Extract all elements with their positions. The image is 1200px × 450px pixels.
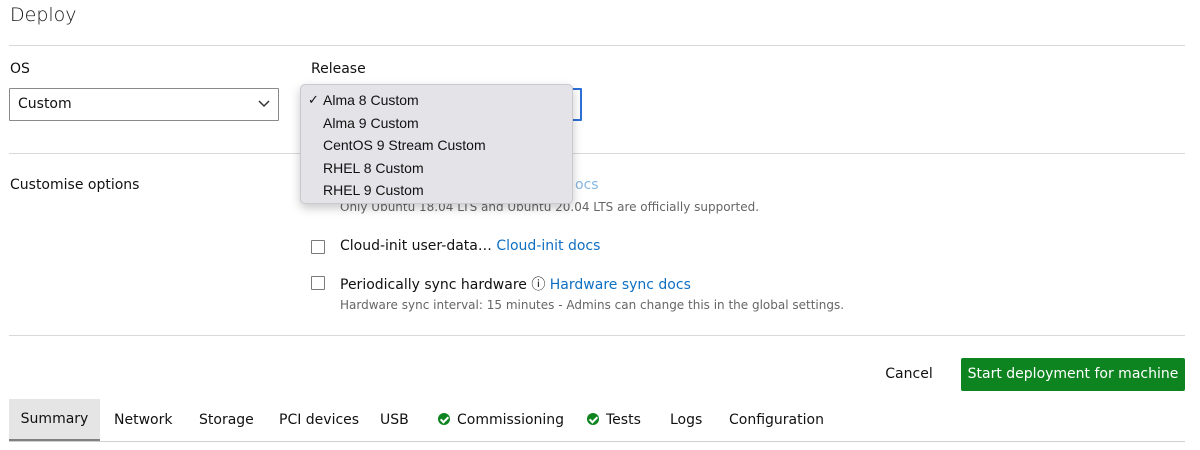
cancel-button[interactable]: Cancel — [870, 358, 948, 391]
tab-tests[interactable]: Tests — [587, 399, 641, 441]
tab-label: Network — [114, 412, 173, 428]
divider — [9, 45, 1185, 46]
option-label: RHEL 8 Custom — [323, 159, 424, 176]
option-label: RHEL 9 Custom — [323, 182, 424, 198]
release-label: Release — [311, 61, 366, 77]
page-title: Deploy — [10, 4, 77, 26]
tab-storage[interactable]: Storage — [199, 399, 254, 441]
chevron-down-icon — [258, 100, 270, 108]
sync-hardware-checkbox[interactable] — [311, 276, 325, 290]
option-label: Alma 9 Custom — [323, 114, 419, 131]
tab-label: Logs — [670, 412, 703, 428]
tab-label: Summary — [20, 411, 89, 427]
info-icon[interactable]: ⓘ — [531, 277, 545, 293]
tab-label: Storage — [199, 412, 254, 428]
tabs-baseline — [9, 441, 1185, 442]
cloud-init-docs-link[interactable]: Cloud-init docs — [496, 238, 600, 254]
tab-label: Configuration — [729, 412, 824, 428]
tab-label: Commissioning — [457, 412, 565, 428]
tab-label: USB — [380, 412, 409, 428]
cloud-init-row: Cloud-init user-data… Cloud-init docs — [340, 238, 600, 254]
tab-usb[interactable]: USB — [380, 399, 409, 441]
release-option-centos-9-stream[interactable]: CentOS 9 Stream Custom — [301, 134, 572, 157]
tab-logs[interactable]: Logs — [670, 399, 702, 441]
release-option-rhel-9[interactable]: RHEL 9 Custom — [301, 179, 572, 202]
tab-pci-devices[interactable]: PCI devices — [279, 399, 359, 441]
machine-tabs: Summary Network Storage PCI devices USB … — [9, 399, 1185, 441]
success-check-icon — [438, 413, 450, 425]
os-select[interactable]: Custom — [9, 88, 279, 121]
divider — [9, 153, 1185, 154]
customise-options-label: Customise options — [10, 177, 140, 193]
os-label: OS — [10, 61, 30, 77]
tab-label: PCI devices — [279, 412, 360, 428]
success-check-icon — [587, 413, 599, 425]
divider — [9, 335, 1185, 336]
sync-hardware-help: Hardware sync interval: 15 minutes - Adm… — [340, 298, 845, 312]
tab-commissioning[interactable]: Commissioning — [438, 399, 564, 441]
release-option-alma-8[interactable]: ✓ Alma 8 Custom — [301, 89, 572, 112]
release-option-alma-9[interactable]: Alma 9 Custom — [301, 112, 572, 135]
checkmark-icon: ✓ — [308, 92, 319, 107]
sync-hardware-row: Periodically sync hardware ⓘ Hardware sy… — [340, 274, 691, 294]
start-deployment-button[interactable]: Start deployment for machine — [961, 358, 1185, 391]
sync-hardware-label: Periodically sync hardware — [340, 277, 527, 293]
tab-network[interactable]: Network — [114, 399, 172, 441]
cloud-init-checkbox[interactable] — [311, 240, 325, 254]
cloud-init-label: Cloud-init user-data… — [340, 238, 492, 254]
tab-configuration[interactable]: Configuration — [729, 399, 824, 441]
os-select-value: Custom — [18, 96, 72, 112]
tab-label: Tests — [606, 412, 641, 428]
release-dropdown-menu: ✓ Alma 8 Custom Alma 9 Custom CentOS 9 S… — [300, 84, 573, 204]
option-label: CentOS 9 Stream Custom — [323, 137, 486, 153]
hardware-sync-docs-link[interactable]: Hardware sync docs — [550, 277, 691, 293]
tab-summary[interactable]: Summary — [9, 399, 100, 441]
option-label: Alma 8 Custom — [323, 92, 419, 108]
release-option-rhel-8[interactable]: RHEL 8 Custom — [301, 157, 572, 180]
hidden-docs-link[interactable]: ocs — [575, 177, 599, 193]
